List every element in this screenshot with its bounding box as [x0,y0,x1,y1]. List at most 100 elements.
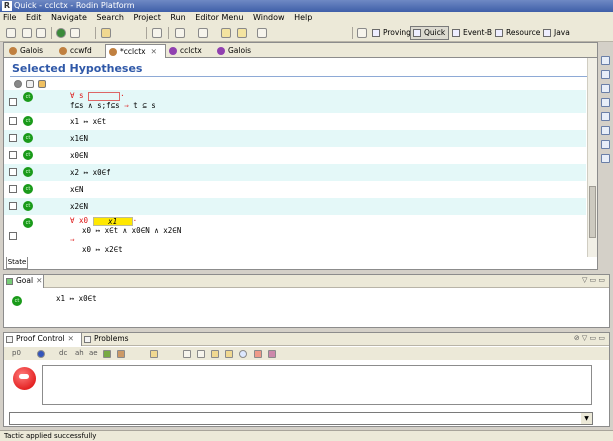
hypotheses-list: ct ∀ s · f⊆s ∧ s;f⊆s ⇒ t ⊆ s ct x1 ↦ x∈t… [4,90,586,257]
hypothesis-checkbox[interactable] [9,117,17,125]
menu-edit[interactable]: Edit [26,13,42,22]
scrollbar-thumb[interactable] [589,186,596,238]
hypothesis-checkbox[interactable] [9,168,17,176]
cache-hypotheses-icon[interactable] [601,126,610,135]
info-icon[interactable] [601,140,610,149]
hypothesis-ct-button[interactable]: ct [23,92,33,102]
context-icon [9,47,17,55]
hypothesis-predicate: ∀ s · [70,91,125,101]
menu-file[interactable]: File [3,13,16,22]
menu-project[interactable]: Project [133,13,160,22]
hypothesis-checkbox[interactable] [9,98,17,106]
new-icon[interactable] [6,28,16,38]
proof-message-box[interactable] [42,365,592,405]
rodin-explorer-icon[interactable] [601,70,610,79]
next-icon[interactable] [225,350,233,358]
close-icon[interactable]: ✕ [36,276,42,285]
proving-icon [372,29,380,37]
task-icon[interactable] [152,28,162,38]
back-icon[interactable] [237,28,247,38]
tab-galois-2[interactable]: Galois [214,44,251,58]
hypothesis-ct-button[interactable]: ct [23,116,33,126]
hypothesis-checkbox[interactable] [9,202,17,210]
tab-goal[interactable]: Goal ✕ [4,275,44,288]
run-icon[interactable] [56,28,66,38]
instantiation-input[interactable]: x1 [92,216,133,226]
tab-ccwfd[interactable]: ccwfd [56,44,92,58]
broom-icon[interactable] [117,350,125,358]
proof-tree-icon[interactable] [601,98,610,107]
perspective-java[interactable]: Java [540,26,574,40]
forward-icon[interactable] [257,28,267,38]
hypothesis-ct-button[interactable]: ct [23,150,33,160]
main-toolbar: Proving Quick Event-B Resource Java [0,24,613,42]
minimize-maximize-icon[interactable]: ⊘ ▽ ▭ ▭ [574,334,605,342]
hypothesis-checkbox[interactable] [9,185,17,193]
goal-ct-button[interactable]: ct [12,296,22,306]
annotation-icon[interactable] [175,28,185,38]
previous-icon[interactable] [211,350,219,358]
tab-cclctx[interactable]: cclctx [166,44,202,58]
open-perspective-icon[interactable] [357,28,367,38]
rodin-menu-icon[interactable] [37,350,45,358]
select-all-icon[interactable] [26,80,34,88]
last-edit-icon[interactable] [221,28,231,38]
search-icon[interactable] [254,350,262,358]
rule-details-icon[interactable] [601,154,610,163]
tab-galois[interactable]: Galois [6,44,43,58]
prune-icon[interactable] [103,350,111,358]
hypothesis-ct-button[interactable]: ct [23,167,33,177]
hypothesis-row: ct ∀ s · f⊆s ∧ s;f⊆s ⇒ t ⊆ s [4,90,586,113]
hypothesis-ct-button[interactable]: ct [23,201,33,211]
cache-icon[interactable] [268,350,276,358]
minimize-maximize-icon[interactable]: ▽ ▭ ▭ [582,276,605,284]
search-hypotheses-icon[interactable] [601,112,610,121]
hypothesis-checkbox[interactable] [9,134,17,142]
ae-button[interactable]: ae [89,349,98,357]
hypothesis-checkbox[interactable] [9,151,17,159]
menu-help[interactable]: Help [294,13,312,22]
menu-search[interactable]: Search [96,13,123,22]
hypothesis-ct-button[interactable]: ct [23,184,33,194]
tab-cclctx-dirty[interactable]: *cclctx ✕ [105,44,166,58]
save-icon[interactable] [22,28,32,38]
dc-button[interactable]: dc [59,349,67,357]
close-icon[interactable]: ✕ [68,334,74,343]
undo-icon[interactable] [150,350,158,358]
new-note-icon[interactable] [183,350,191,358]
implication-operator[interactable]: ⇒ [70,235,75,244]
hypothesis-ct-button[interactable]: ct [23,218,33,228]
remove-icon[interactable] [14,80,22,88]
perspective-event-b[interactable]: Event-B [449,26,496,40]
menu-navigate[interactable]: Navigate [51,13,87,22]
menu-window[interactable]: Window [253,13,285,22]
perspective-quick[interactable]: Quick [410,26,450,40]
tab-state[interactable]: State [6,257,28,269]
close-icon[interactable]: ✕ [151,47,157,56]
open-folder-icon[interactable] [101,28,111,38]
annotation-next-icon[interactable] [198,28,208,38]
hypothesis-row: ct ∀ x0 x1 · x0 ↦ x∈t ∧ x0∈N ∧ x2∈N ⇒ x0 … [4,215,586,257]
perspective-proving[interactable]: Proving [369,26,415,40]
hypothesis-checkbox[interactable] [9,232,17,240]
menu-editor-menu[interactable]: Editor Menu [195,13,243,22]
chevron-down-icon[interactable]: ▼ [581,413,592,424]
perspective-resource[interactable]: Resource [492,26,544,40]
hypothesis-row: ct x1∈N [4,130,586,147]
print-icon[interactable] [36,28,46,38]
obligation-explorer-icon[interactable] [601,84,610,93]
info-icon[interactable] [239,350,247,358]
edit-note-icon[interactable] [197,350,205,358]
vertical-scrollbar[interactable] [587,58,597,257]
build-icon[interactable] [70,28,80,38]
proof-input-combo[interactable]: ▼ [9,412,593,425]
quantifier-input[interactable] [88,91,121,101]
invert-selection-icon[interactable] [38,80,46,88]
tab-proof-control[interactable]: Proof Control ✕ [4,333,82,346]
tab-problems[interactable]: Problems [82,333,129,346]
p0-button[interactable]: p0 [12,349,21,357]
menu-run[interactable]: Run [170,13,185,22]
outline-icon[interactable] [601,56,610,65]
ah-button[interactable]: ah [75,349,84,357]
hypothesis-ct-button[interactable]: ct [23,133,33,143]
